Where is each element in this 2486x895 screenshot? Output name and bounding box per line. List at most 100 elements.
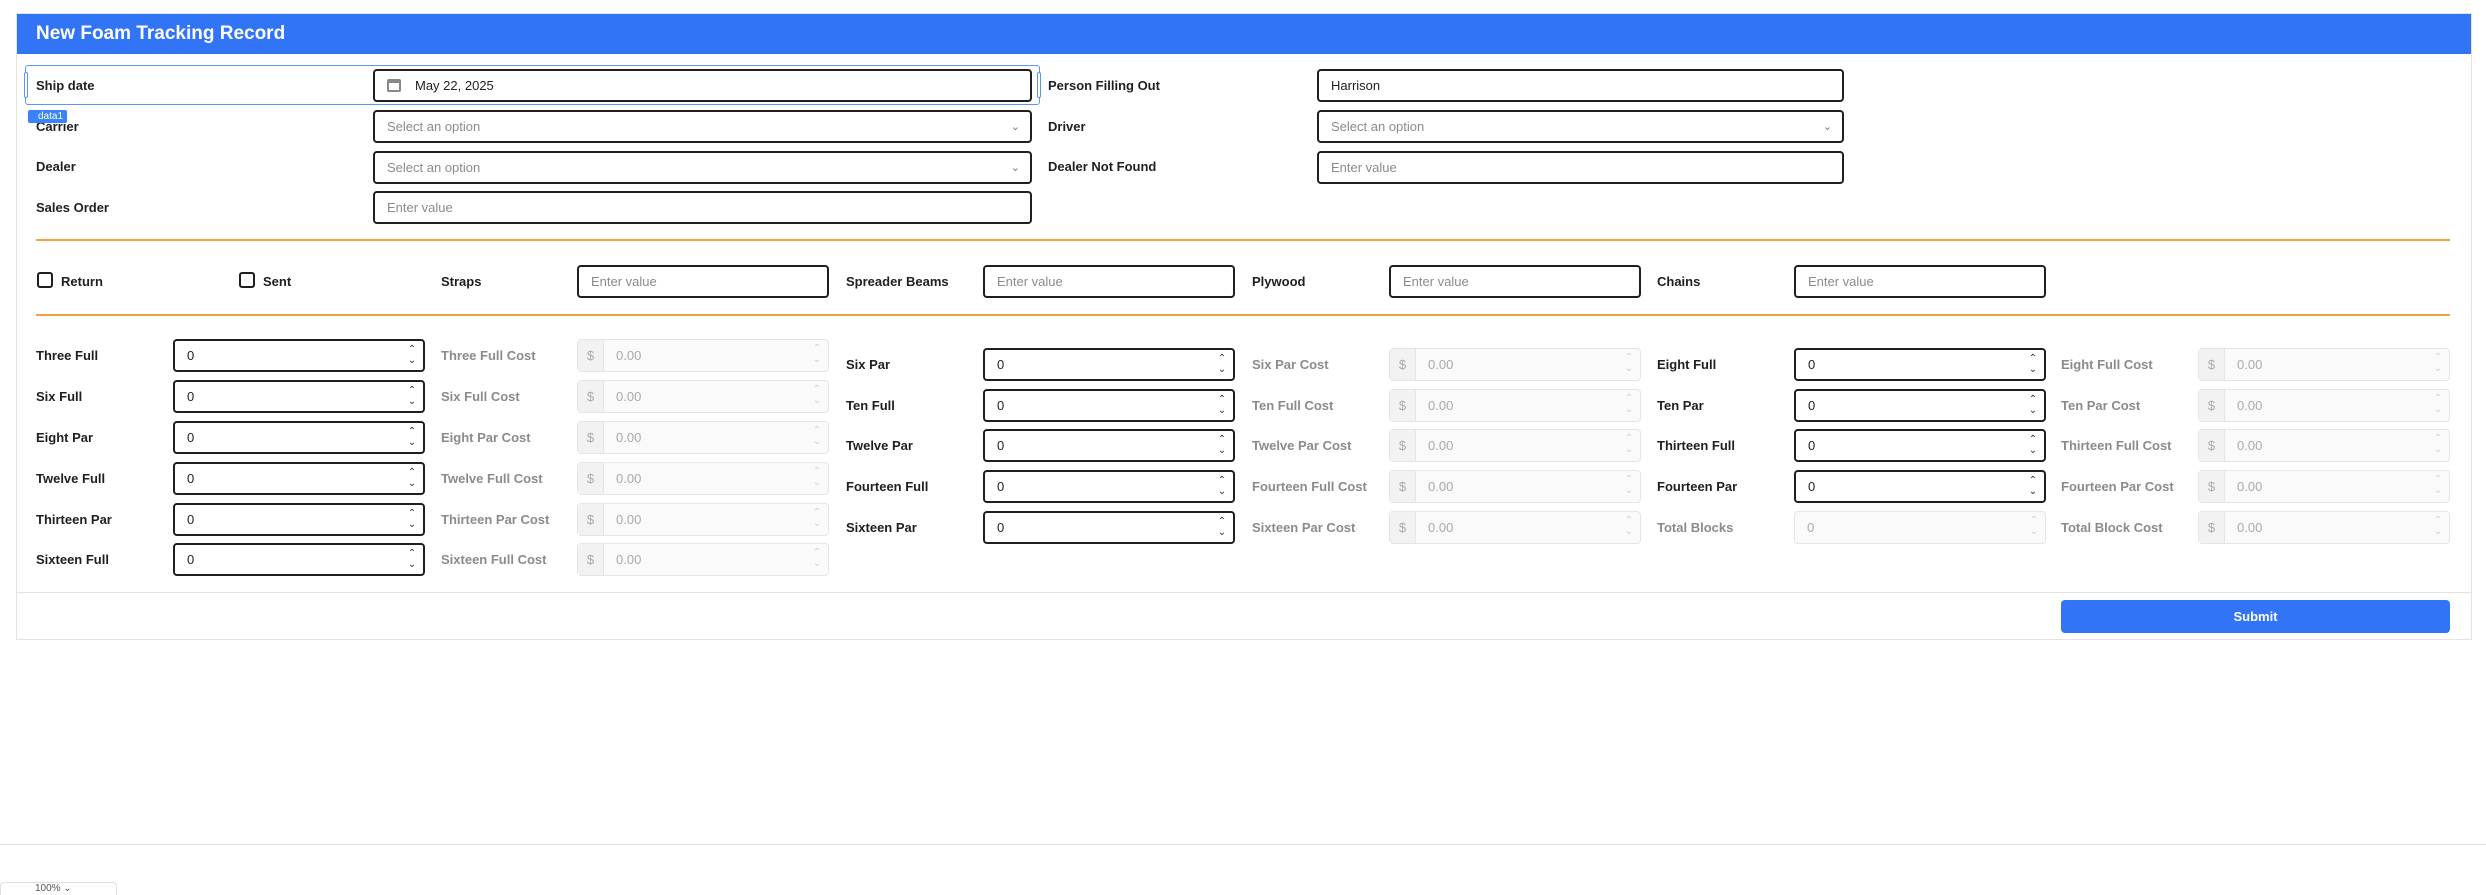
block-qty-input[interactable]: 0 ⌃ ⌄ — [983, 348, 1235, 381]
block-qty-input[interactable]: 0 ⌃ ⌄ — [173, 421, 425, 454]
person-filling-out-label: Person Filling Out — [1048, 78, 1160, 93]
dealer-not-found-label: Dealer Not Found — [1048, 159, 1157, 174]
block-qty-input[interactable]: 0 ⌃ ⌄ — [1794, 348, 2046, 381]
driver-select[interactable]: Select an option ⌄ — [1317, 110, 1844, 143]
stepper-icon[interactable]: ⌃ ⌄ — [2028, 475, 2038, 499]
plywood-input[interactable]: Enter value — [1389, 265, 1641, 298]
stepper-icon[interactable]: ⌃ ⌄ — [1217, 353, 1227, 377]
block-cost-label: Sixteen Par Cost — [1252, 520, 1356, 535]
total-block-cost-label: Total Block Cost — [2061, 520, 2163, 535]
block-cost-input: $0.00 ⌃ ⌄ — [2198, 348, 2450, 381]
zoom-control[interactable]: 100% ⌄ — [0, 882, 117, 895]
stepper-icon[interactable]: ⌃ ⌄ — [407, 467, 417, 491]
stepper-icon[interactable]: ⌃ ⌄ — [1217, 516, 1227, 540]
block-cost-label: Fourteen Full Cost — [1252, 479, 1367, 494]
straps-placeholder: Enter value — [591, 274, 657, 289]
currency-addon: $ — [1390, 471, 1416, 502]
person-filling-out-input[interactable]: Harrison — [1317, 69, 1844, 102]
block-cost-label: Thirteen Full Cost — [2061, 438, 2172, 453]
block-qty-value: 0 — [187, 512, 195, 527]
chains-label: Chains — [1657, 274, 1701, 289]
stepper-icon[interactable]: ⌃ ⌄ — [2028, 353, 2038, 377]
currency-addon: $ — [578, 504, 604, 535]
resize-handle-left[interactable] — [24, 72, 28, 98]
currency-addon: $ — [1390, 512, 1416, 543]
currency-addon: $ — [578, 463, 604, 494]
block-qty-input[interactable]: 0 ⌃ ⌄ — [983, 389, 1235, 422]
stepper-icon[interactable]: ⌃ ⌄ — [1217, 434, 1227, 458]
block-label: Thirteen Par — [36, 512, 112, 527]
block-cost-label: Ten Par Cost — [2061, 398, 2141, 413]
chains-input[interactable]: Enter value — [1794, 265, 2046, 298]
block-cost-input: $0.00 ⌃ ⌄ — [577, 543, 829, 576]
block-cost-value: 0.00 — [616, 430, 642, 445]
block-qty-input[interactable]: 0 ⌃ ⌄ — [983, 511, 1235, 544]
block-qty-input[interactable]: 0 ⌃ ⌄ — [173, 462, 425, 495]
block-qty-value: 0 — [187, 348, 195, 363]
currency-addon: $ — [2199, 390, 2225, 421]
return-checkbox[interactable] — [37, 272, 53, 288]
block-qty-input[interactable]: 0 ⌃ ⌄ — [1794, 429, 2046, 462]
block-cost-input: $0.00 ⌃ ⌄ — [577, 339, 829, 372]
block-qty-input[interactable]: 0 ⌃ ⌄ — [173, 339, 425, 372]
block-qty-input[interactable]: 0 ⌃ ⌄ — [1794, 470, 2046, 503]
block-qty-input[interactable]: 0 ⌃ ⌄ — [173, 503, 425, 536]
stepper-icon: ⌃ ⌄ — [2433, 352, 2443, 374]
block-cost-value: 0.00 — [1428, 357, 1454, 372]
chains-placeholder: Enter value — [1808, 274, 1874, 289]
block-cost-input: $0.00 ⌃ ⌄ — [2198, 429, 2450, 462]
block-cost-input: $0.00 ⌃ ⌄ — [577, 380, 829, 413]
total-blocks-label: Total Blocks — [1657, 520, 1734, 535]
block-cost-input: $0.00 ⌃ ⌄ — [577, 503, 829, 536]
stepper-icon: ⌃ ⌄ — [2029, 515, 2039, 537]
currency-addon: $ — [1390, 430, 1416, 461]
block-cost-value: 0.00 — [1428, 520, 1454, 535]
stepper-icon[interactable]: ⌃ ⌄ — [2028, 394, 2038, 418]
stepper-icon[interactable]: ⌃ ⌄ — [407, 385, 417, 409]
stepper-icon[interactable]: ⌃ ⌄ — [2028, 434, 2038, 458]
stepper-icon: ⌃ ⌄ — [812, 343, 822, 365]
stepper-icon: ⌃ ⌄ — [812, 507, 822, 529]
block-qty-input[interactable]: 0 ⌃ ⌄ — [1794, 389, 2046, 422]
stepper-icon[interactable]: ⌃ ⌄ — [407, 548, 417, 572]
plywood-label: Plywood — [1252, 274, 1306, 289]
chevron-down-icon: ⌄ — [1010, 121, 1020, 133]
block-qty-value: 0 — [997, 520, 1005, 535]
sales-order-input[interactable]: Enter value — [373, 191, 1032, 224]
block-cost-label: Twelve Par Cost — [1252, 438, 1352, 453]
dealer-label: Dealer — [36, 159, 76, 174]
resize-handle-right[interactable] — [1037, 72, 1041, 98]
currency-addon: $ — [1390, 390, 1416, 421]
block-cost-label: Three Full Cost — [441, 348, 536, 363]
carrier-select[interactable]: Select an option ⌄ — [373, 110, 1032, 143]
block-qty-value: 0 — [1808, 438, 1816, 453]
block-cost-value: 0.00 — [2237, 479, 2263, 494]
block-qty-input[interactable]: 0 ⌃ ⌄ — [983, 429, 1235, 462]
stepper-icon[interactable]: ⌃ ⌄ — [407, 508, 417, 532]
stepper-icon: ⌃ ⌄ — [1624, 515, 1634, 537]
block-cost-value: 0.00 — [1428, 479, 1454, 494]
stepper-icon[interactable]: ⌃ ⌄ — [1217, 394, 1227, 418]
block-cost-input: $0.00 ⌃ ⌄ — [1389, 348, 1641, 381]
block-qty-input[interactable]: 0 ⌃ ⌄ — [173, 380, 425, 413]
selection-tag[interactable]: data1 — [28, 110, 68, 123]
block-cost-input: $0.00 ⌃ ⌄ — [1389, 429, 1641, 462]
submit-button[interactable]: Submit — [2061, 600, 2450, 633]
spreader-beams-placeholder: Enter value — [997, 274, 1063, 289]
sales-order-placeholder: Enter value — [387, 200, 453, 215]
spreader-beams-input[interactable]: Enter value — [983, 265, 1235, 298]
block-label: Twelve Par — [846, 438, 913, 453]
currency-addon: $ — [2199, 430, 2225, 461]
straps-input[interactable]: Enter value — [577, 265, 829, 298]
block-qty-input[interactable]: 0 ⌃ ⌄ — [983, 470, 1235, 503]
block-cost-input: $0.00 ⌃ ⌄ — [1389, 470, 1641, 503]
dealer-not-found-input[interactable]: Enter value — [1317, 151, 1844, 184]
block-qty-input[interactable]: 0 ⌃ ⌄ — [173, 543, 425, 576]
dealer-select[interactable]: Select an option ⌄ — [373, 151, 1032, 184]
sent-checkbox[interactable] — [239, 272, 255, 288]
stepper-icon[interactable]: ⌃ ⌄ — [1217, 475, 1227, 499]
stepper-icon[interactable]: ⌃ ⌄ — [407, 344, 417, 368]
block-cost-value: 0.00 — [1428, 438, 1454, 453]
stepper-icon: ⌃ ⌄ — [2433, 393, 2443, 415]
stepper-icon[interactable]: ⌃ ⌄ — [407, 426, 417, 450]
